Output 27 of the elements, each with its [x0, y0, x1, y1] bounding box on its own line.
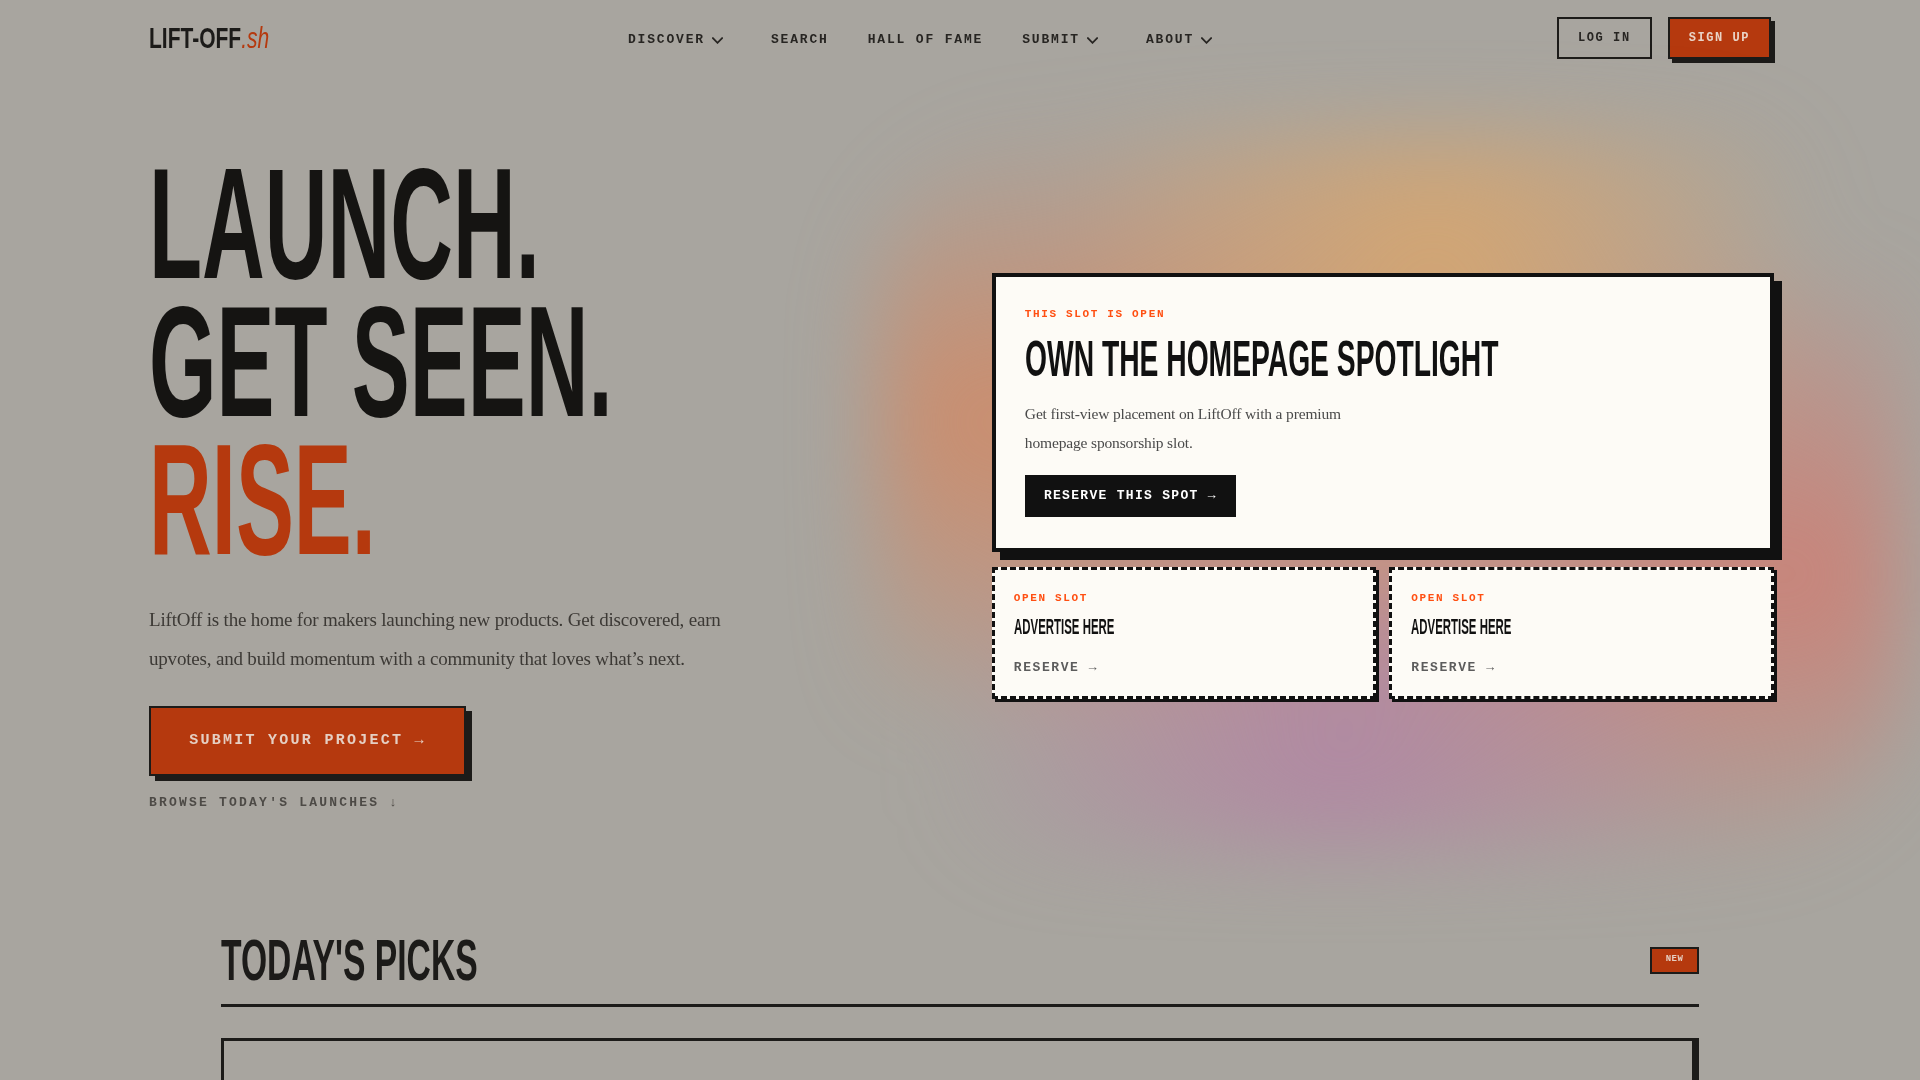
- browse-launches-link[interactable]: BROWSE TODAY'S LAUNCHES ↓: [149, 795, 400, 811]
- reserve-link[interactable]: RESERVE →: [1013, 659, 1099, 677]
- nav-dropdown[interactable]: ABOUT: [1145, 30, 1213, 50]
- slot-title: ADVERTISE HERE: [1411, 616, 1512, 638]
- headline-line: RISE.: [149, 430, 376, 568]
- chevron-down-icon: [712, 36, 723, 44]
- slot-eyebrow: OPEN SLOT: [1013, 591, 1089, 606]
- chevron-down-icon: [1086, 36, 1098, 44]
- nav-link[interactable]: HALL OF FAME: [867, 30, 984, 50]
- section-title: TODAY'S PICKS: [221, 931, 478, 989]
- login-button[interactable]: LOG IN: [1557, 17, 1652, 59]
- headline-line: LAUNCH.: [149, 154, 540, 292]
- nav-dropdown[interactable]: DISCOVER: [628, 30, 723, 50]
- nav-dropdown[interactable]: SUBMIT: [1022, 30, 1098, 50]
- reserve-link[interactable]: RESERVE →: [1411, 659, 1496, 677]
- logo[interactable]: LIFT-OFF.sh: [149, 23, 270, 53]
- spotlight-description: Get first-view placement on LiftOff with a premium homepage sponsorship slot.: [1024, 404, 1342, 453]
- reserve-spot-button[interactable]: RESERVE THIS SPOT →: [1024, 475, 1236, 517]
- hero-description: LiftOff is the home for makers launching new products. Get discovered, earn upvotes, and build momentum with a community that loves what’s next.: [149, 608, 722, 671]
- nav-link[interactable]: SEARCH: [771, 30, 829, 50]
- chevron-down-icon: [1201, 36, 1213, 44]
- slot-eyebrow: OPEN SLOT: [1411, 591, 1486, 606]
- spotlight-title: OWN THE HOMEPAGE SPOTLIGHT: [1024, 334, 1499, 384]
- headline-line: GET SEEN.: [149, 292, 613, 430]
- spotlight-eyebrow: THIS SLOT IS OPEN: [1024, 307, 1166, 322]
- new-badge: NEW: [1650, 946, 1699, 974]
- slot-title: ADVERTISE HERE: [1013, 616, 1115, 638]
